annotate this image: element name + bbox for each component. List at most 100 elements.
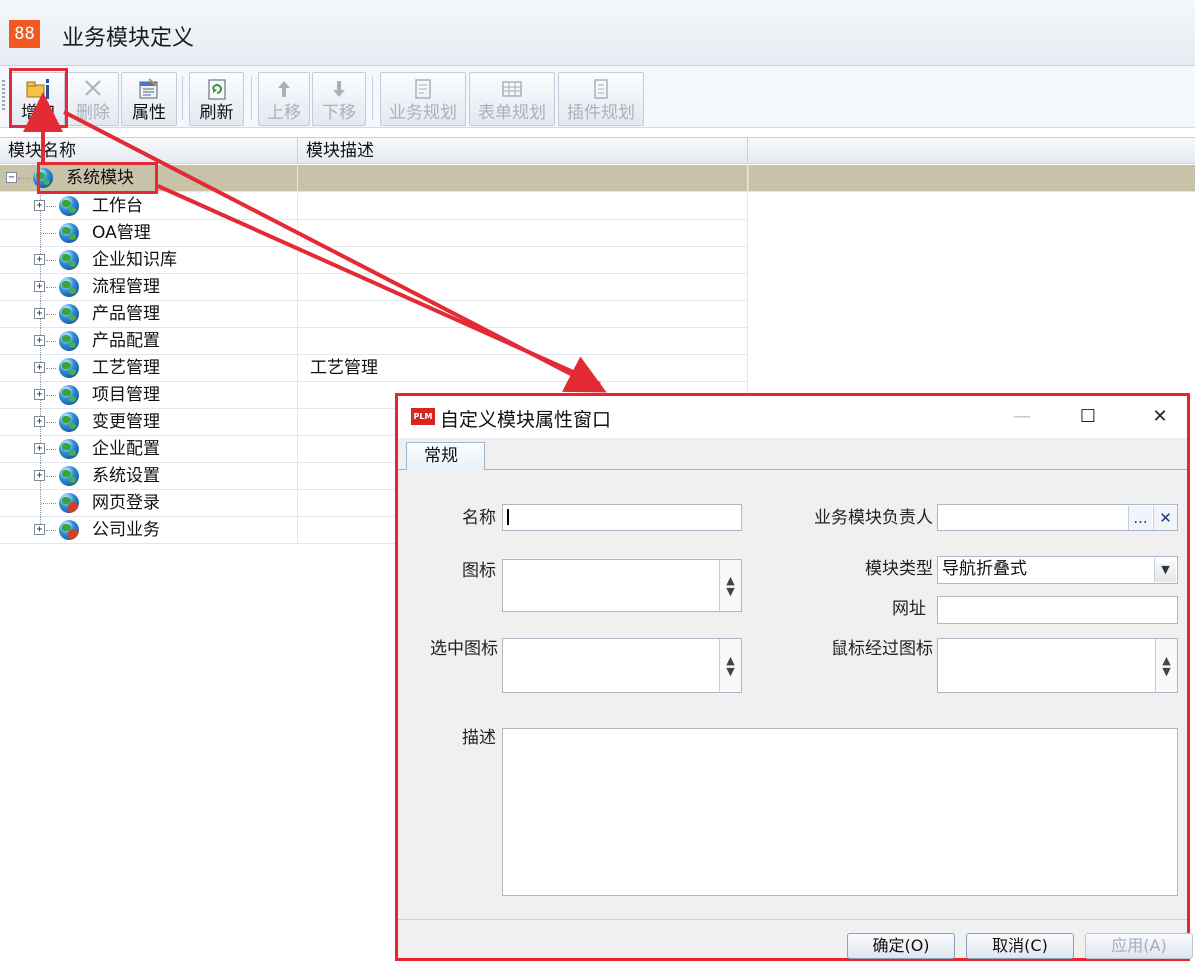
- tree-node-label: 工作台: [92, 196, 143, 216]
- tree-row-root[interactable]: − 系统模块: [0, 165, 1195, 192]
- description-textarea[interactable]: [502, 728, 1178, 896]
- description-label: 描述: [462, 728, 496, 748]
- globe-person-icon: [59, 520, 79, 540]
- tree-row[interactable]: + 工作台: [0, 193, 748, 220]
- description-cell: [298, 274, 748, 300]
- move-down-button-label: 下移: [322, 103, 356, 123]
- toolbar-separator: [372, 76, 373, 120]
- tree-node-label: 产品管理: [92, 304, 160, 324]
- tree-line: [46, 206, 56, 207]
- toolbar-separator: [251, 76, 252, 120]
- tree-row[interactable]: + 工艺管理 工艺管理: [0, 355, 748, 382]
- tree-node-label: 公司业务: [92, 520, 160, 540]
- expand-toggle-icon[interactable]: +: [34, 308, 45, 319]
- plugin-plan-button[interactable]: 插件规划: [558, 72, 644, 126]
- close-button[interactable]: ✕: [1140, 402, 1180, 432]
- module-type-select[interactable]: 导航折叠式 ▼: [937, 556, 1178, 584]
- expand-toggle-icon[interactable]: +: [34, 362, 45, 373]
- description-cell: [298, 165, 748, 191]
- tree-node-label: 系统设置: [92, 466, 160, 486]
- name-cell: + 公司业务: [0, 517, 298, 543]
- expand-toggle-icon[interactable]: +: [34, 416, 45, 427]
- annotation-box-root-node: [37, 162, 158, 194]
- tree-row[interactable]: + 企业知识库: [0, 247, 748, 274]
- selected-icon-spinner-icon[interactable]: ▲ ▼: [719, 639, 741, 692]
- tree-row[interactable]: OA管理: [0, 220, 748, 247]
- collapse-toggle-icon[interactable]: −: [6, 172, 17, 183]
- name-cell: 网页登录: [0, 490, 298, 517]
- clear-owner-button[interactable]: ✕: [1153, 506, 1177, 530]
- move-down-button[interactable]: 下移: [312, 72, 366, 126]
- apply-button[interactable]: 应用(A): [1085, 933, 1193, 959]
- cancel-button[interactable]: 取消(C): [966, 933, 1074, 959]
- expand-toggle-icon[interactable]: +: [34, 335, 45, 346]
- page-title: 业务模块定义: [62, 26, 195, 51]
- app-logo-icon: 88: [9, 20, 40, 48]
- properties-button[interactable]: 属性: [121, 72, 177, 126]
- globe-icon: [59, 304, 79, 324]
- maximize-button[interactable]: ☐: [1068, 402, 1108, 432]
- tree-node-label: 企业知识库: [92, 250, 177, 270]
- chevron-down-icon[interactable]: ▼: [1154, 558, 1176, 582]
- expand-toggle-icon[interactable]: +: [34, 254, 45, 265]
- move-up-button[interactable]: 上移: [258, 72, 310, 126]
- icon-field[interactable]: ▲ ▼: [502, 559, 742, 612]
- expand-toggle-icon[interactable]: +: [34, 389, 45, 400]
- name-cell: + 系统设置: [0, 463, 298, 490]
- expand-toggle-icon[interactable]: +: [34, 470, 45, 481]
- name-field[interactable]: [502, 504, 742, 531]
- form-plan-button[interactable]: 表单规划: [469, 72, 555, 126]
- tree-line: [41, 503, 56, 504]
- name-cell: OA管理: [0, 220, 298, 247]
- business-plan-button[interactable]: 业务规划: [380, 72, 466, 126]
- owner-field[interactable]: ... ✕: [937, 504, 1178, 531]
- properties-icon: [122, 77, 176, 103]
- column-header-description[interactable]: 模块描述: [298, 138, 748, 164]
- name-cell: + 工艺管理: [0, 355, 298, 382]
- refresh-icon: [190, 77, 243, 103]
- tree-line: [46, 395, 56, 396]
- owner-label: 业务模块负责人: [814, 508, 933, 528]
- hover-icon-field[interactable]: ▲ ▼: [937, 638, 1178, 693]
- tree-line: [46, 314, 56, 315]
- toolbar-grip[interactable]: [2, 80, 5, 112]
- selected-icon-field[interactable]: ▲ ▼: [502, 638, 742, 693]
- globe-icon: [59, 250, 79, 270]
- tree-line: [46, 287, 56, 288]
- tree-row[interactable]: + 产品配置: [0, 328, 748, 355]
- expand-toggle-icon[interactable]: +: [34, 281, 45, 292]
- url-field[interactable]: [937, 596, 1178, 624]
- expand-toggle-icon[interactable]: +: [34, 524, 45, 535]
- name-cell: + 产品配置: [0, 328, 298, 355]
- tree-node-label: 项目管理: [92, 385, 160, 405]
- description-cell: [298, 247, 748, 273]
- icon-spinner-icon[interactable]: ▲ ▼: [719, 560, 741, 611]
- dialog-titlebar[interactable]: PLM 自定义模块属性窗口 — ☐ ✕: [398, 396, 1187, 438]
- tree-line: [46, 260, 56, 261]
- tree-row[interactable]: + 流程管理: [0, 274, 748, 301]
- minimize-button[interactable]: —: [1002, 402, 1042, 432]
- browse-owner-button[interactable]: ...: [1128, 506, 1152, 530]
- plugin-plan-button-label: 插件规划: [567, 103, 635, 123]
- expand-toggle-icon[interactable]: +: [34, 443, 45, 454]
- hover-icon-spinner-icon[interactable]: ▲ ▼: [1155, 639, 1177, 692]
- name-cell: + 项目管理: [0, 382, 298, 409]
- description-cell: [298, 220, 748, 246]
- tree-line: [41, 233, 56, 234]
- annotation-box-add: [9, 68, 68, 128]
- tree-row[interactable]: + 产品管理: [0, 301, 748, 328]
- refresh-button[interactable]: 刷新: [189, 72, 244, 126]
- tab-general[interactable]: 常规: [406, 442, 485, 471]
- delete-button[interactable]: 删除: [67, 72, 119, 126]
- tree-line: [46, 530, 56, 531]
- form-plan-icon: [470, 77, 554, 103]
- name-cell: + 变更管理: [0, 409, 298, 436]
- expand-toggle-icon[interactable]: +: [34, 200, 45, 211]
- grid-header: 模块名称 模块描述: [0, 137, 1195, 164]
- globe-icon: [59, 277, 79, 297]
- toolbar: 增加 删除 属性 刷新 上移 下移 业务规划 表单规划 插件规划: [0, 66, 1195, 128]
- ok-button[interactable]: 确定(O): [847, 933, 955, 959]
- globe-icon: [59, 412, 79, 432]
- column-header-name[interactable]: 模块名称: [0, 138, 298, 164]
- form-plan-button-label: 表单规划: [478, 103, 546, 123]
